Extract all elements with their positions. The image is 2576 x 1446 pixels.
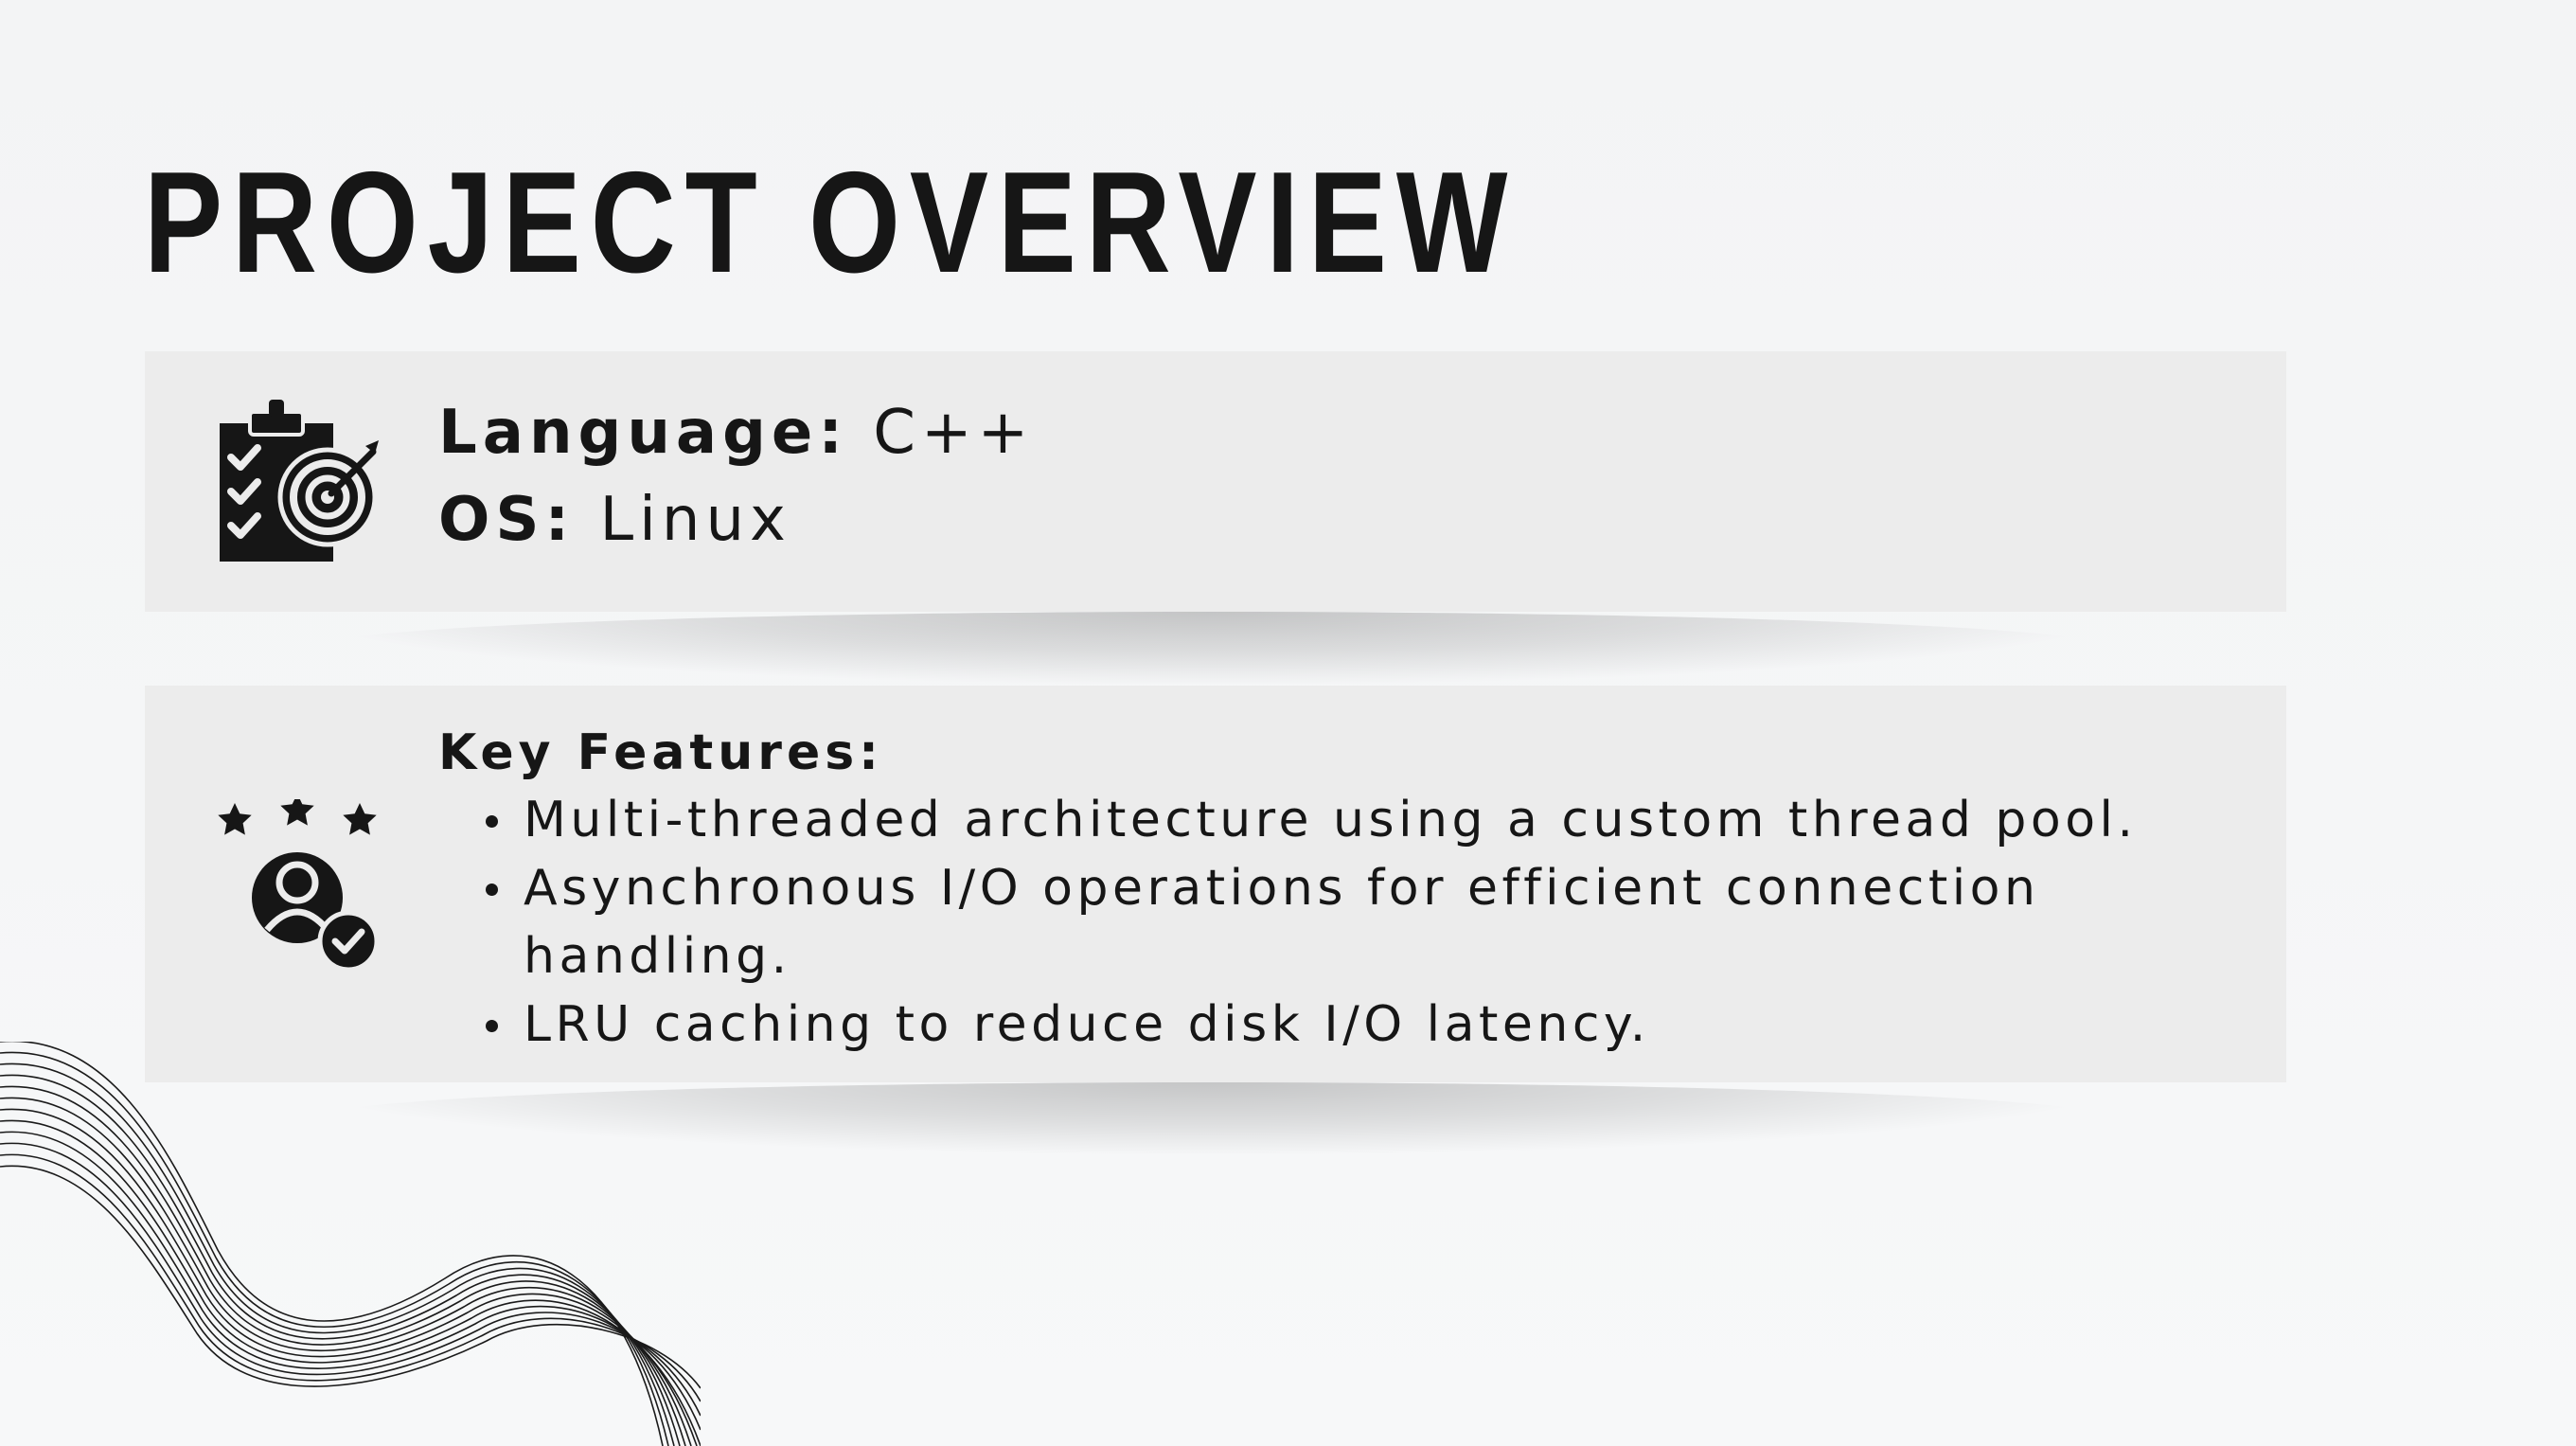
os-line: OS: Linux	[438, 476, 791, 563]
features-list: Multi-threaded architecture using a cust…	[486, 786, 2247, 1059]
feature-item-thread-pool: Multi-threaded architecture using a cust…	[486, 786, 2247, 854]
clipboard-target-icon	[216, 397, 386, 571]
overview-card-shadow	[312, 612, 2111, 684]
overview-card: Language: C++ OS: Linux	[145, 351, 2286, 612]
decorative-wave-lines	[0, 1042, 701, 1446]
language-line: Language: C++	[438, 389, 1034, 476]
page-title: PROJECT OVERVIEW	[144, 142, 1518, 303]
feature-item-async-io: Asynchronous I/O operations for efficien…	[486, 854, 2247, 991]
language-value: C++	[873, 398, 1035, 468]
features-heading: Key Features:	[438, 724, 883, 781]
features-card: Key Features: Multi-threaded architectur…	[145, 686, 2286, 1082]
language-label: Language:	[438, 398, 848, 468]
os-label: OS:	[438, 485, 576, 555]
user-rating-check-icon	[216, 794, 396, 983]
feature-item-lru-caching: LRU caching to reduce disk I/O latency.	[486, 991, 2247, 1059]
os-value: Linux	[599, 485, 791, 555]
